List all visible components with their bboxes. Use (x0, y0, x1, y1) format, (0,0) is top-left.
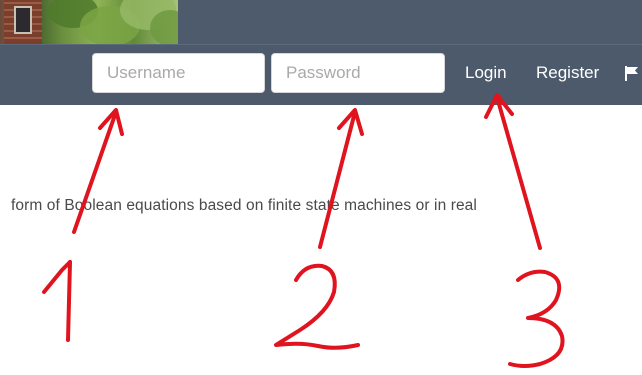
page: Login Register form of Boolean equations… (0, 0, 642, 375)
flag-icon[interactable] (624, 65, 642, 81)
header-banner (0, 0, 642, 44)
annotation-number-1 (42, 260, 72, 342)
login-link[interactable]: Login (465, 63, 507, 83)
annotation-arrow-2 (318, 108, 364, 249)
navbar: Login Register (0, 44, 642, 105)
annotation-number-3 (508, 269, 565, 368)
body-text: form of Boolean equations based on finit… (11, 197, 477, 214)
register-link[interactable]: Register (536, 63, 599, 83)
banner-photo (0, 0, 178, 44)
password-input[interactable] (271, 53, 445, 93)
username-input[interactable] (92, 53, 265, 93)
annotation-number-2 (274, 263, 360, 350)
annotation-arrow-3 (484, 93, 542, 250)
